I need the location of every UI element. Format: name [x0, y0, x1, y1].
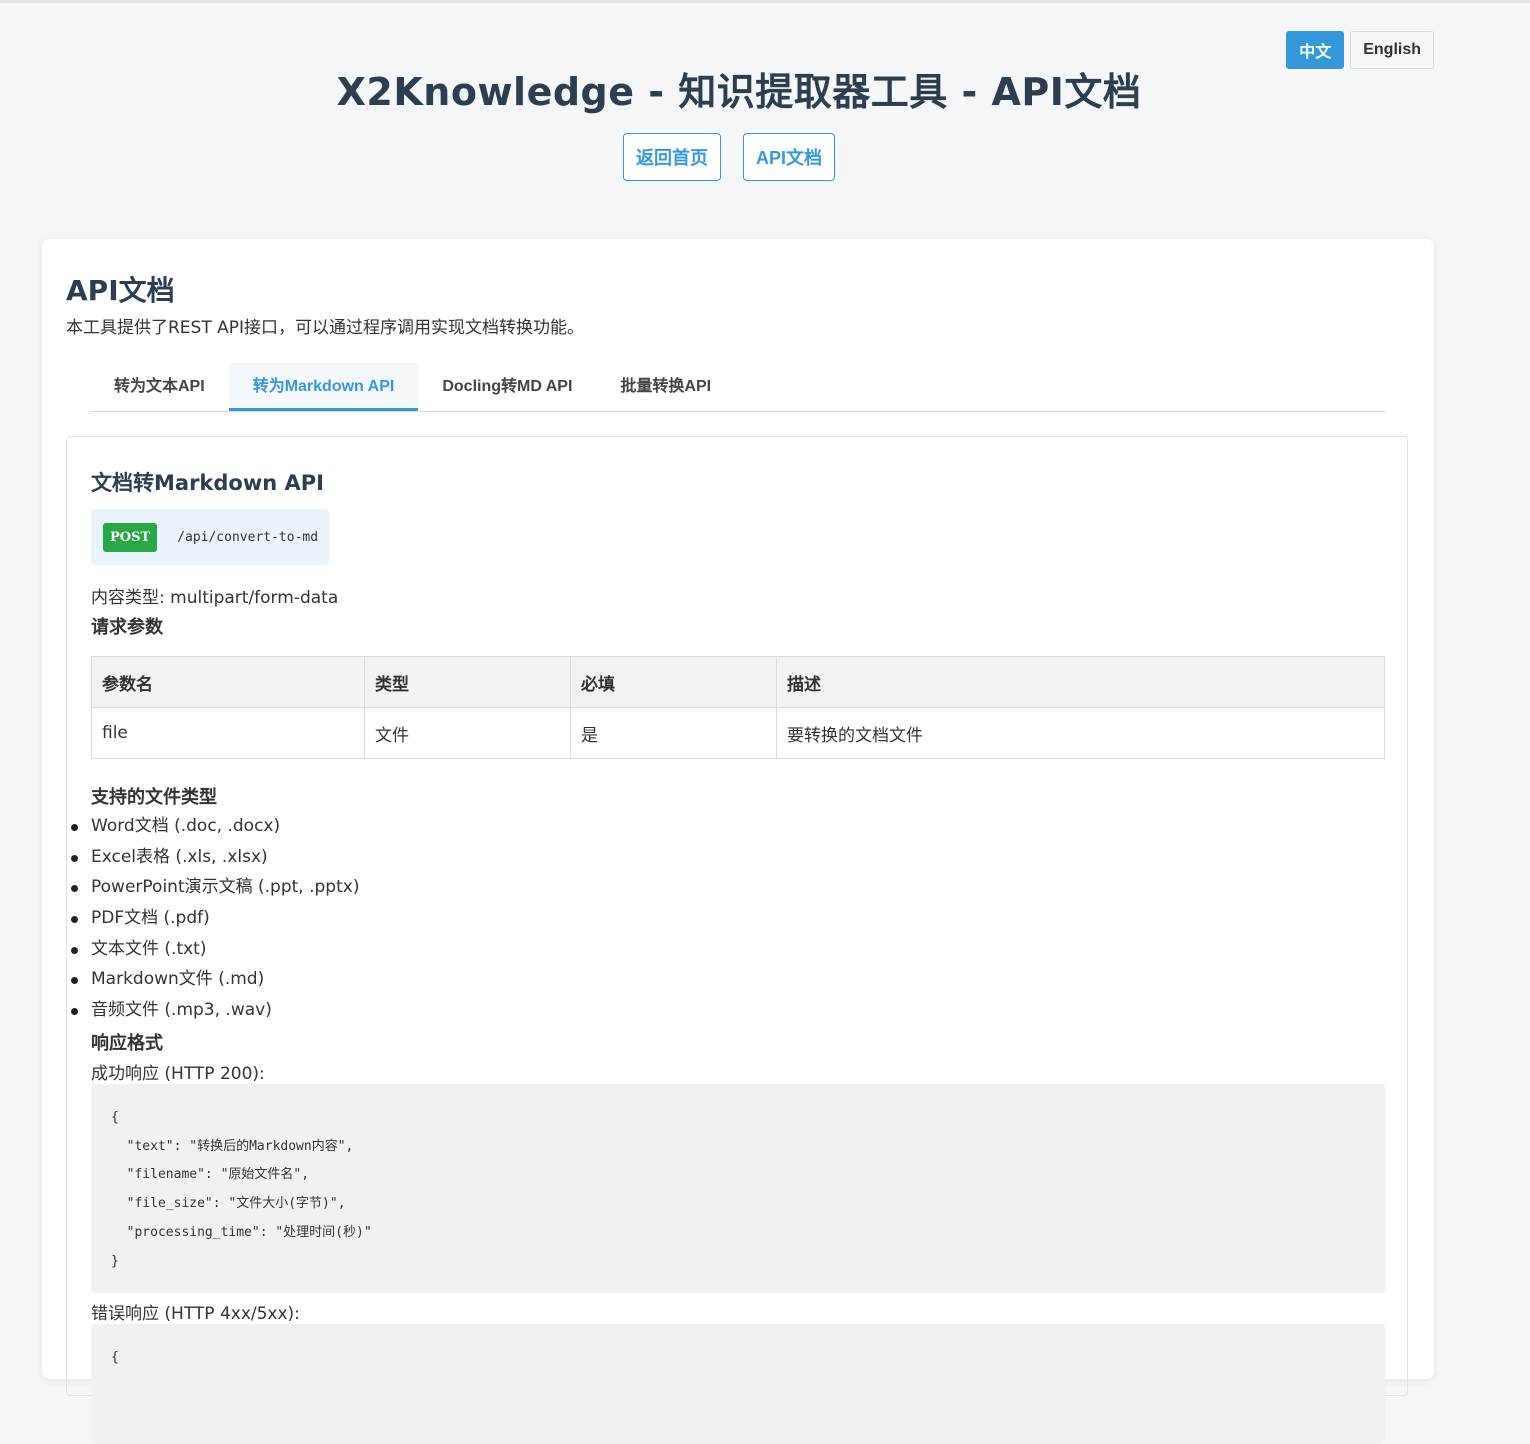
card-description: 本工具提供了REST API接口，可以通过程序调用实现文档转换功能。 [66, 318, 585, 338]
list-item: Excel表格 (.xls, .xlsx) [70, 842, 359, 873]
success-code-block: { "text": "转换后的Markdown内容", "filename": … [91, 1084, 1385, 1293]
error-code-block: { [91, 1324, 1385, 1444]
api-docs-button[interactable]: API文档 [742, 133, 835, 181]
table-header: 类型 [364, 656, 571, 708]
params-table: 参数名 类型 必填 描述 file 文件 是 要转换的文档文件 [91, 656, 1385, 759]
success-label: 成功响应 (HTTP 200): [91, 1064, 265, 1084]
section-title: 文档转Markdown API [91, 471, 324, 495]
params-title: 请求参数 [91, 617, 163, 638]
table-header: 参数名 [91, 656, 365, 708]
table-cell: 要转换的文档文件 [776, 707, 1385, 759]
tab-panel: 文档转Markdown API POST /api/convert-to-md … [66, 436, 1408, 1444]
tab-markdown-api[interactable]: 转为Markdown API [228, 363, 419, 411]
table-header: 描述 [776, 656, 1385, 708]
tab-batch-api[interactable]: 批量转换API [596, 363, 735, 411]
list-item: 音频文件 (.mp3, .wav) [70, 995, 359, 1026]
error-label: 错误响应 (HTTP 4xx/5xx): [91, 1304, 300, 1324]
api-docs-card: API文档 本工具提供了REST API接口，可以通过程序调用实现文档转换功能。… [42, 239, 1434, 1444]
content-type: 内容类型: multipart/form-data [91, 588, 339, 608]
top-nav: 返回首页 API文档 [0, 133, 1458, 181]
tab-text-api[interactable]: 转为文本API [90, 363, 229, 411]
file-types-title: 支持的文件类型 [91, 787, 217, 808]
card-title: API文档 [66, 274, 175, 307]
response-title: 响应格式 [91, 1033, 163, 1054]
file-types-list: Word文档 (.doc, .docx) Excel表格 (.xls, .xls… [70, 811, 359, 1026]
table-row: file 文件 是 要转换的文档文件 [91, 707, 1385, 759]
site-title: X2Knowledge - 知识提取器工具 - API文档 [336, 70, 1142, 114]
api-tabs: 转为文本API 转为Markdown API Docling转MD API 批量… [90, 363, 1386, 412]
list-item: PowerPoint演示文稿 (.ppt, .pptx) [70, 872, 359, 903]
tab-docling-api[interactable]: Docling转MD API [418, 363, 596, 411]
table-cell: file [91, 707, 365, 759]
endpoint-box: POST /api/convert-to-md [91, 509, 329, 565]
table-cell: 文件 [364, 707, 571, 759]
list-item: PDF文档 (.pdf) [70, 903, 359, 934]
method-badge: POST [103, 522, 158, 552]
list-item: 文本文件 (.txt) [70, 934, 359, 965]
home-button[interactable]: 返回首页 [622, 133, 721, 181]
list-item: Word文档 (.doc, .docx) [70, 811, 359, 842]
table-cell: 是 [570, 707, 777, 759]
table-header-row: 参数名 类型 必填 描述 [91, 656, 1385, 708]
endpoint-path: /api/convert-to-md [177, 529, 319, 545]
list-item: Markdown文件 (.md) [70, 964, 359, 995]
table-header: 必填 [570, 656, 777, 708]
